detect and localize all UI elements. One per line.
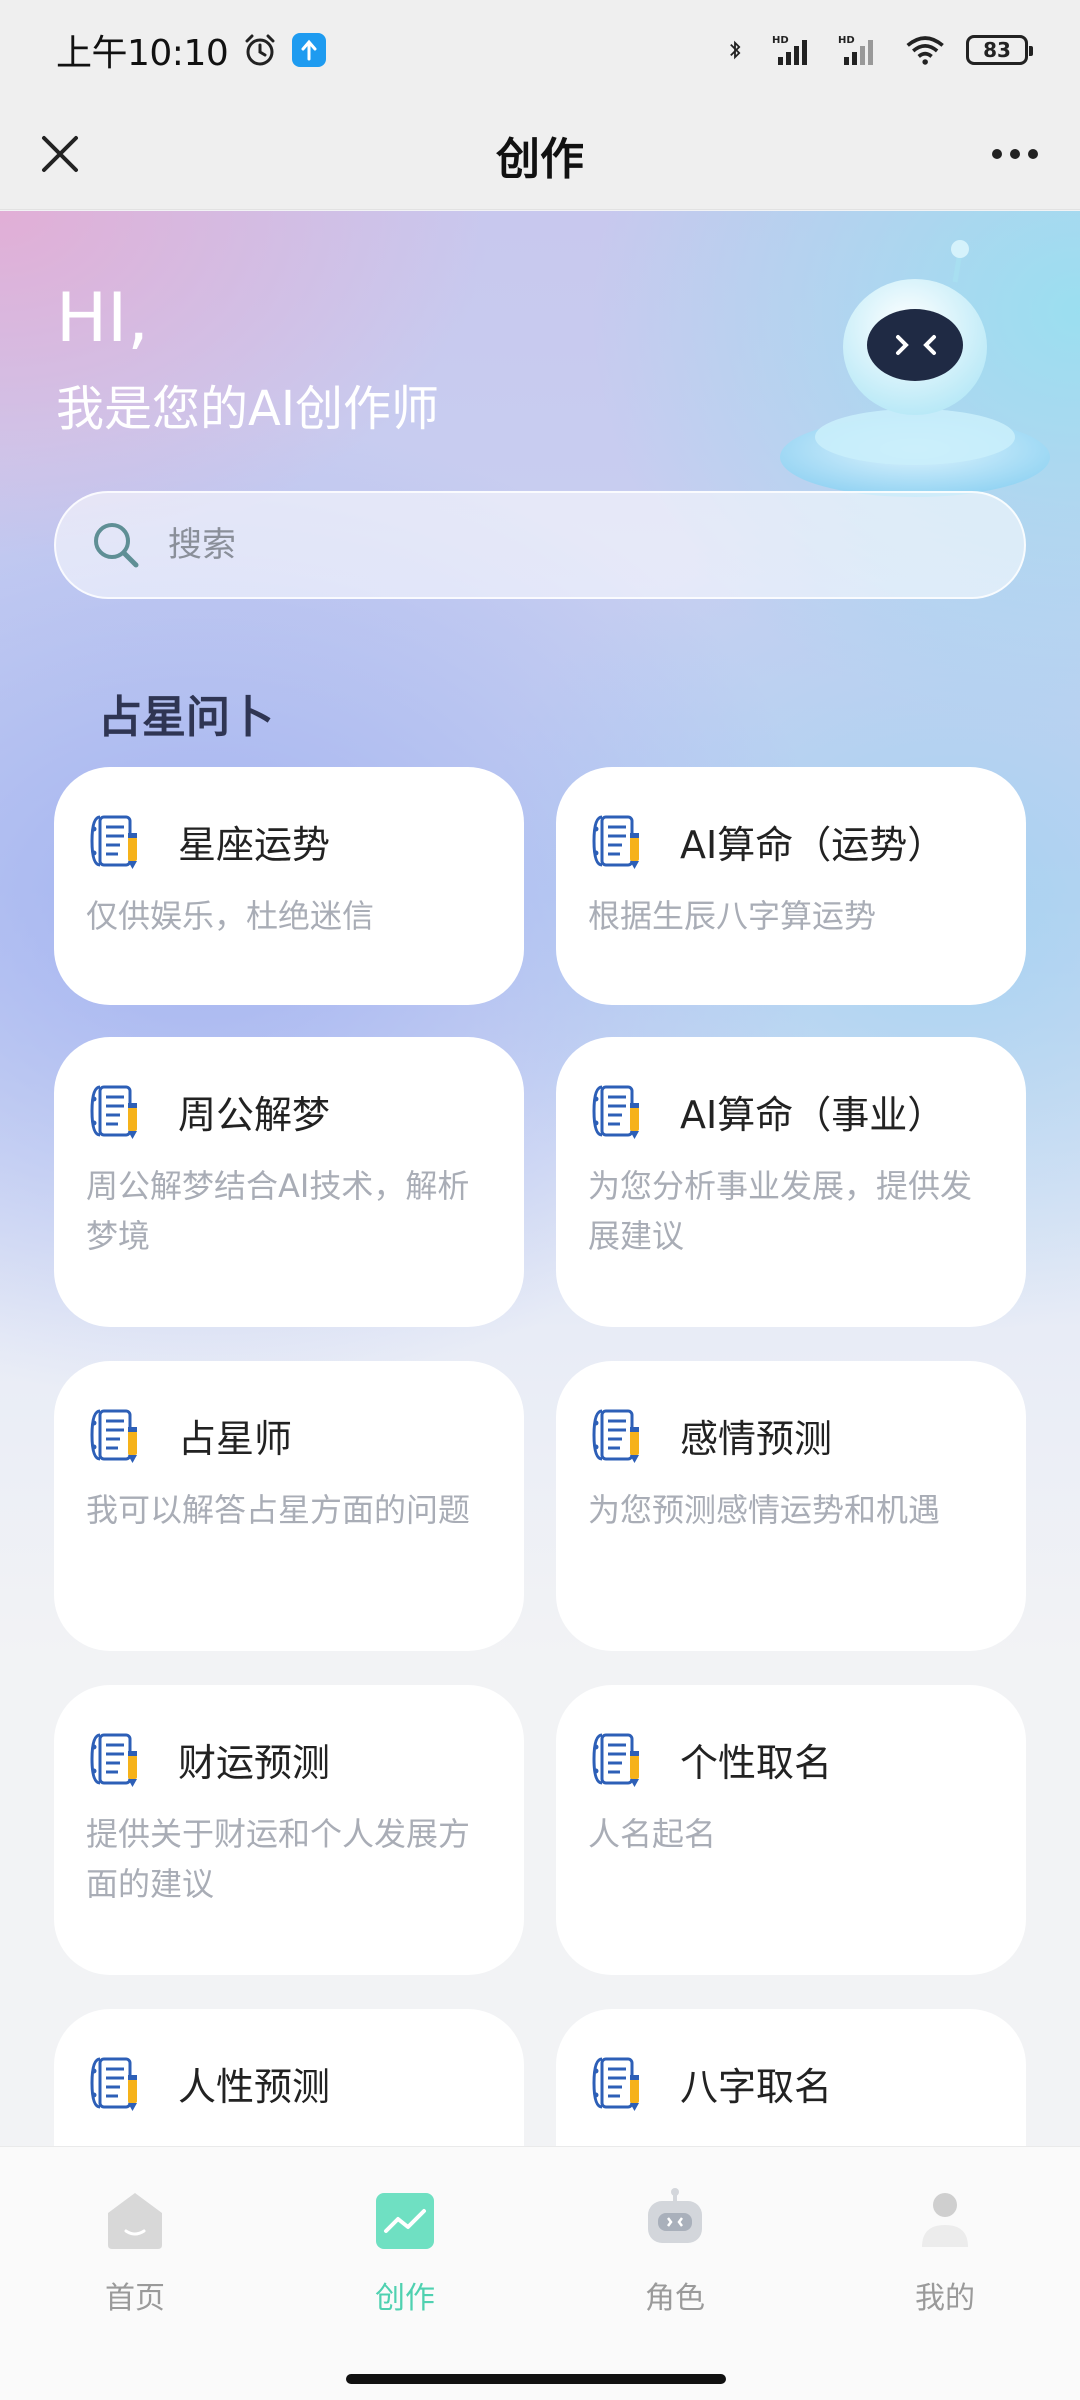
greeting-hi: HI, (56, 279, 149, 358)
search-bar[interactable] (54, 491, 1026, 599)
tab-profile[interactable]: 我的 (865, 2187, 1025, 2337)
card-ai-suanming-yunshi[interactable]: AI算命（运势） 根据生辰八字算运势 (556, 767, 1026, 1005)
card-title: 人性预测 (178, 2064, 331, 2109)
document-pencil-icon (90, 1733, 139, 1789)
card-zhanxingshi[interactable]: 占星师 我可以解答占星方面的问题 (54, 1361, 524, 1651)
search-icon (94, 523, 139, 568)
card-title: 周公解梦 (178, 1092, 331, 1137)
tab-label: 首页 (105, 2281, 165, 2316)
alarm-icon (245, 34, 275, 66)
more-dot-icon (1028, 149, 1038, 159)
more-button[interactable] (980, 124, 1050, 184)
close-icon (42, 136, 78, 172)
card-desc: 根据生辰八字算运势 (588, 897, 877, 935)
tab-home[interactable]: 首页 (55, 2187, 215, 2337)
more-dot-icon (992, 149, 1002, 159)
battery-indicator: 83 (966, 35, 1033, 65)
card-title: 财运预测 (178, 1740, 331, 1785)
card-desc: 人名起名 (588, 1815, 717, 1853)
profile-icon (922, 2193, 968, 2247)
card-ganqing-yuce[interactable]: 感情预测 为您预测感情运势和机遇 (556, 1361, 1026, 1651)
tab-label: 角色 (645, 2281, 705, 2316)
document-pencil-icon (90, 2057, 139, 2113)
status-left: 上午10:10 (56, 24, 327, 76)
status-time: 上午10:10 (56, 33, 229, 74)
tab-create[interactable]: 创作 (325, 2187, 485, 2337)
card-bazi-quming[interactable]: 八字取名 (556, 2009, 1026, 2146)
card-title: 八字取名 (680, 2064, 833, 2109)
status-right: HD HD 83 (726, 33, 1033, 67)
card-title: AI算命（运势） (680, 822, 946, 867)
card-desc: 为您分析事业发展，提供发展建议 (588, 1167, 973, 1255)
card-title: 感情预测 (680, 1416, 833, 1461)
robot-icon (648, 2188, 702, 2243)
card-xingzuo-yunshi[interactable]: 星座运势 仅供娱乐，杜绝迷信 (54, 767, 524, 1005)
bottom-tab-bar: 首页 创作 角色 我的 (0, 2146, 1080, 2400)
document-pencil-icon (592, 1409, 641, 1465)
card-caiyun-yuce[interactable]: 财运预测 提供关于财运和个人发展方面的建议 (54, 1685, 524, 1975)
document-pencil-icon (592, 2057, 641, 2113)
greeting-subtitle: 我是您的AI创作师 (56, 381, 439, 437)
card-desc: 提供关于财运和个人发展方面的建议 (86, 1815, 471, 1903)
document-pencil-icon (90, 1409, 139, 1465)
create-icon (376, 2193, 434, 2249)
tab-label: 我的 (915, 2281, 975, 2316)
document-pencil-icon (592, 815, 641, 871)
section-title: 占星问卜 (98, 692, 274, 743)
signal-icon-1: HD (772, 35, 807, 65)
document-pencil-icon (90, 815, 139, 871)
home-icon (108, 2193, 162, 2249)
document-pencil-icon (592, 1085, 641, 1141)
svg-text:HD: HD (838, 35, 855, 46)
home-indicator[interactable] (346, 2374, 726, 2384)
upload-notification-icon (292, 33, 327, 67)
nav-bar: 创作 (0, 100, 1080, 210)
card-gexing-quming[interactable]: 个性取名 人名起名 (556, 1685, 1026, 1975)
status-bar: 上午10:10 HD HD 83 (0, 0, 1080, 100)
bluetooth-icon (730, 40, 741, 60)
close-button[interactable] (30, 124, 90, 184)
tab-label: 创作 (375, 2281, 435, 2316)
card-title: 个性取名 (680, 1740, 833, 1785)
card-desc: 仅供娱乐，杜绝迷信 (86, 897, 375, 935)
card-renxing-yuce[interactable]: 人性预测 (54, 2009, 524, 2146)
card-title: 占星师 (178, 1416, 293, 1461)
card-ai-suanming-shiye[interactable]: AI算命（事业） 为您分析事业发展，提供发展建议 (556, 1037, 1026, 1327)
robot-mascot-icon (780, 240, 1050, 497)
signal-icon-2: HD (838, 35, 873, 65)
tab-role[interactable]: 角色 (595, 2187, 755, 2337)
document-pencil-icon (592, 1733, 641, 1789)
card-title: 星座运势 (178, 822, 331, 867)
card-zhougong-jiemeng[interactable]: 周公解梦 周公解梦结合AI技术，解析梦境 (54, 1037, 524, 1327)
more-dot-icon (1010, 149, 1020, 159)
card-desc: 为您预测感情运势和机遇 (588, 1491, 941, 1529)
card-desc: 周公解梦结合AI技术，解析梦境 (86, 1167, 470, 1255)
document-pencil-icon (90, 1085, 139, 1141)
card-title: AI算命（事业） (680, 1092, 946, 1137)
page-title: 创作 (496, 133, 584, 185)
main-content[interactable]: HI, 我是您的AI创作师 占星问卜 星座运势 仅供娱乐，杜绝迷信 (0, 211, 1080, 2146)
card-desc: 我可以解答占星方面的问题 (86, 1491, 471, 1529)
wifi-icon (906, 36, 944, 65)
search-input[interactable] (168, 525, 968, 565)
svg-text:HD: HD (772, 35, 789, 46)
